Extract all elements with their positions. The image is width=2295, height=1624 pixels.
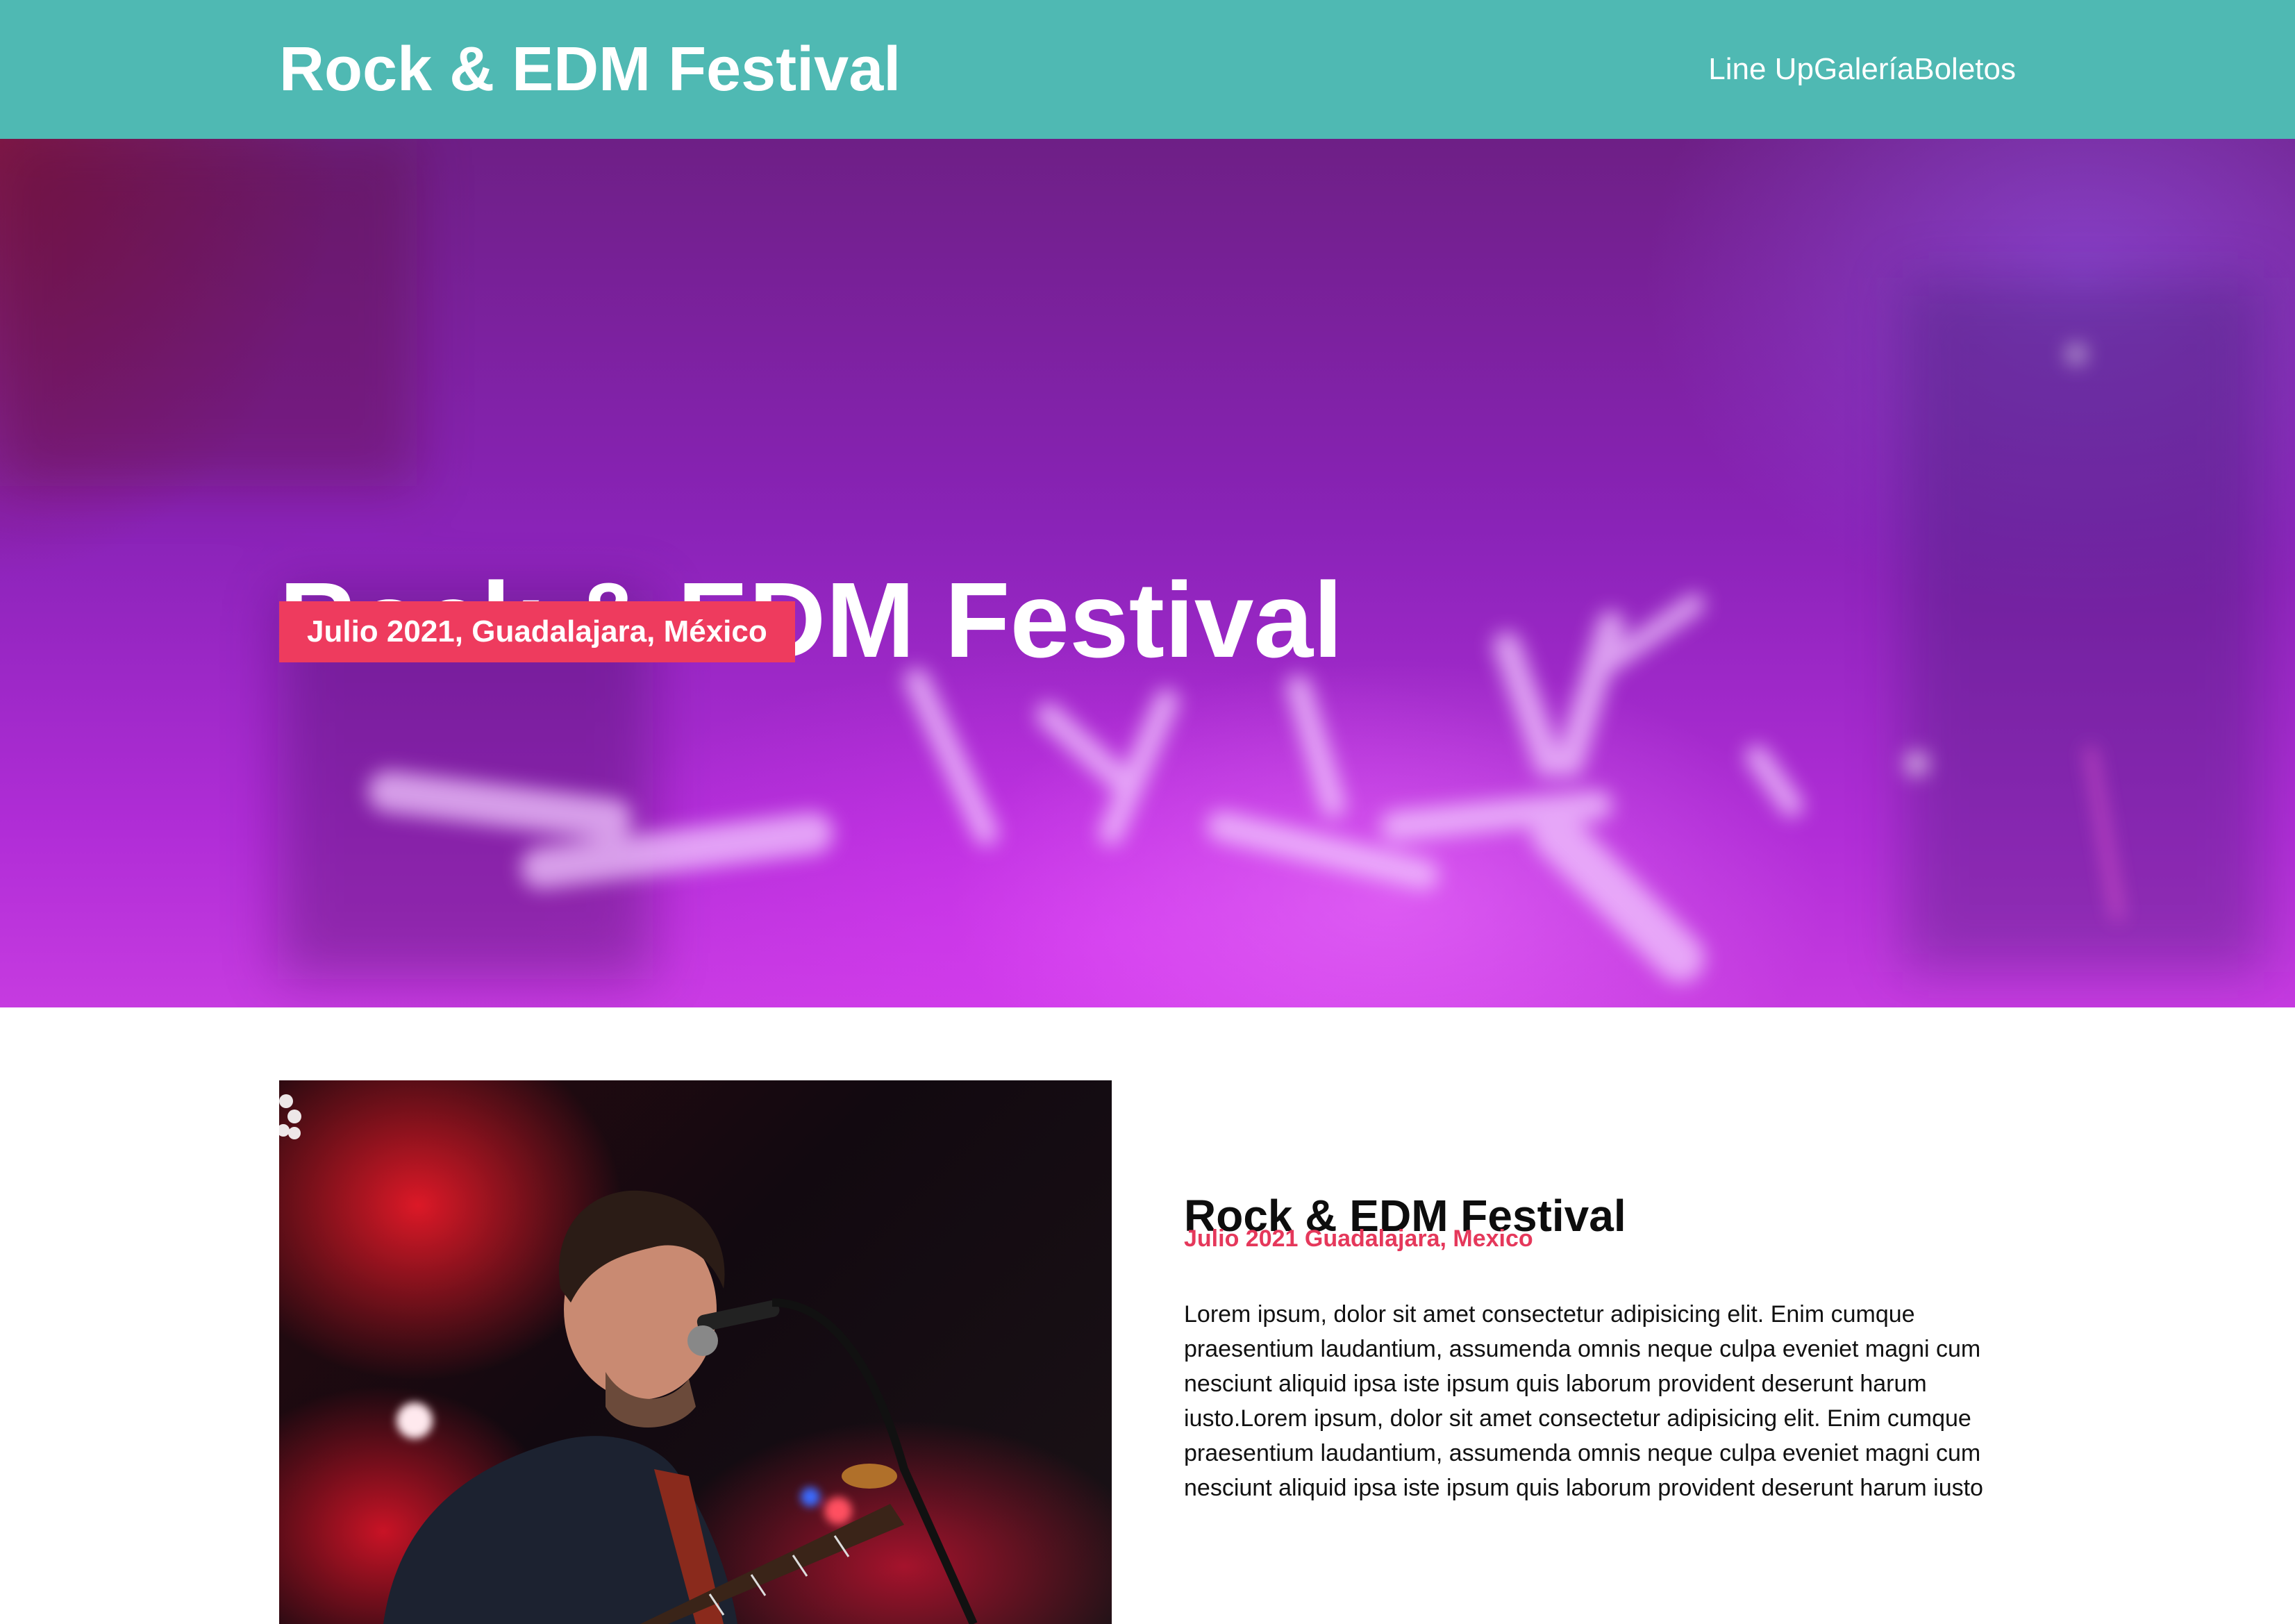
singer-illustration <box>279 1094 978 1624</box>
nav-link-galeria[interactable]: Galería <box>1814 49 1914 90</box>
site-header: Rock & EDM Festival Line Up Galería Bole… <box>0 0 2295 139</box>
main-nav: Line Up Galería Boletos <box>1708 49 2016 90</box>
about-description: Lorem ipsum, dolor sit amet consectetur … <box>1184 1301 1983 1501</box>
about-date-location: Julio 2021 Guadalajara, Mexico <box>1184 1225 1533 1252</box>
hero-banner: Rock & EDM Festival Julio 2021, Guadalaj… <box>0 139 2295 1007</box>
singer-photo <box>279 1080 1112 1624</box>
nav-link-line-up[interactable]: Line Up <box>1708 49 1814 90</box>
site-logo[interactable]: Rock & EDM Festival <box>279 33 901 106</box>
nav-link-boletos[interactable]: Boletos <box>1914 49 2016 90</box>
hero-date-badge: Julio 2021, Guadalajara, México <box>279 601 795 662</box>
